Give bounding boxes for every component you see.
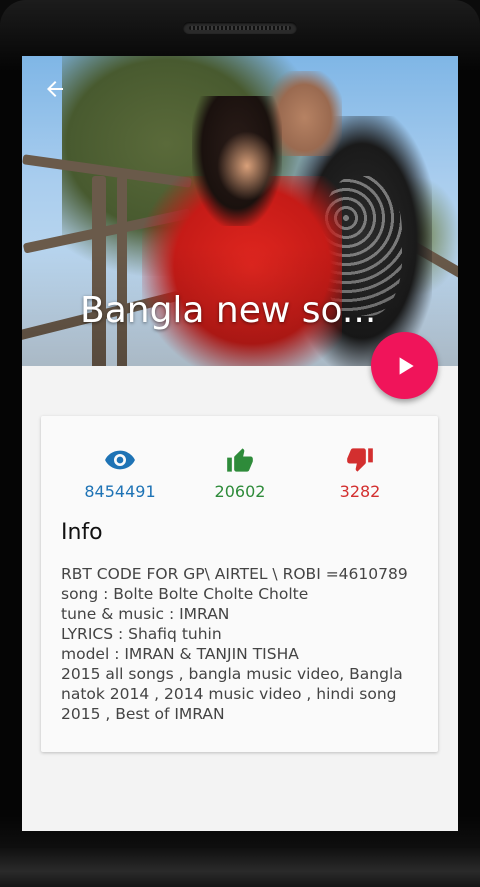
video-thumbnail: Bangla new so... (22, 56, 458, 366)
description-line: tune & music : IMRAN (61, 605, 230, 623)
arrow-left-icon (47, 81, 63, 97)
views-stat: 8454491 (60, 446, 180, 501)
description-line: model : IMRAN & TANJIN TISHA (61, 645, 299, 663)
speaker-grille (183, 22, 297, 34)
phone-frame: Bangla new so... 8454491 20602 3282 Info… (0, 0, 480, 887)
phone-chin (0, 848, 480, 887)
thumbs-up-icon[interactable] (226, 447, 254, 473)
dislikes-stat: 3282 (300, 446, 420, 501)
likes-count: 20602 (214, 482, 266, 501)
views-count: 8454491 (84, 482, 156, 501)
back-button[interactable] (40, 74, 70, 104)
play-icon (399, 356, 414, 375)
description-line: natok 2014 , 2014 music video , hindi so… (61, 685, 397, 703)
video-title: Bangla new so... (80, 290, 377, 331)
video-description: RBT CODE FOR GP\ AIRTEL \ ROBI =4610789 … (61, 564, 421, 724)
thumbs-down-icon[interactable] (346, 447, 374, 473)
likes-stat: 20602 (180, 446, 300, 501)
description-line: RBT CODE FOR GP\ AIRTEL \ ROBI =4610789 (61, 565, 408, 583)
description-line: 2015 all songs , bangla music video, Ban… (61, 665, 403, 683)
description-line: 2015 , Best of IMRAN (61, 705, 225, 723)
eye-icon (105, 450, 135, 470)
info-card: 8454491 20602 3282 Info RBT CODE FOR GP\… (41, 416, 438, 752)
description-line: song : Bolte Bolte Cholte Cholte (61, 585, 309, 603)
play-button[interactable] (371, 332, 438, 399)
description-line: LYRICS : Shafiq tuhin (61, 625, 222, 643)
app-screen: Bangla new so... 8454491 20602 3282 Info… (22, 56, 458, 831)
info-heading: Info (61, 520, 103, 545)
dislikes-count: 3282 (339, 482, 381, 501)
